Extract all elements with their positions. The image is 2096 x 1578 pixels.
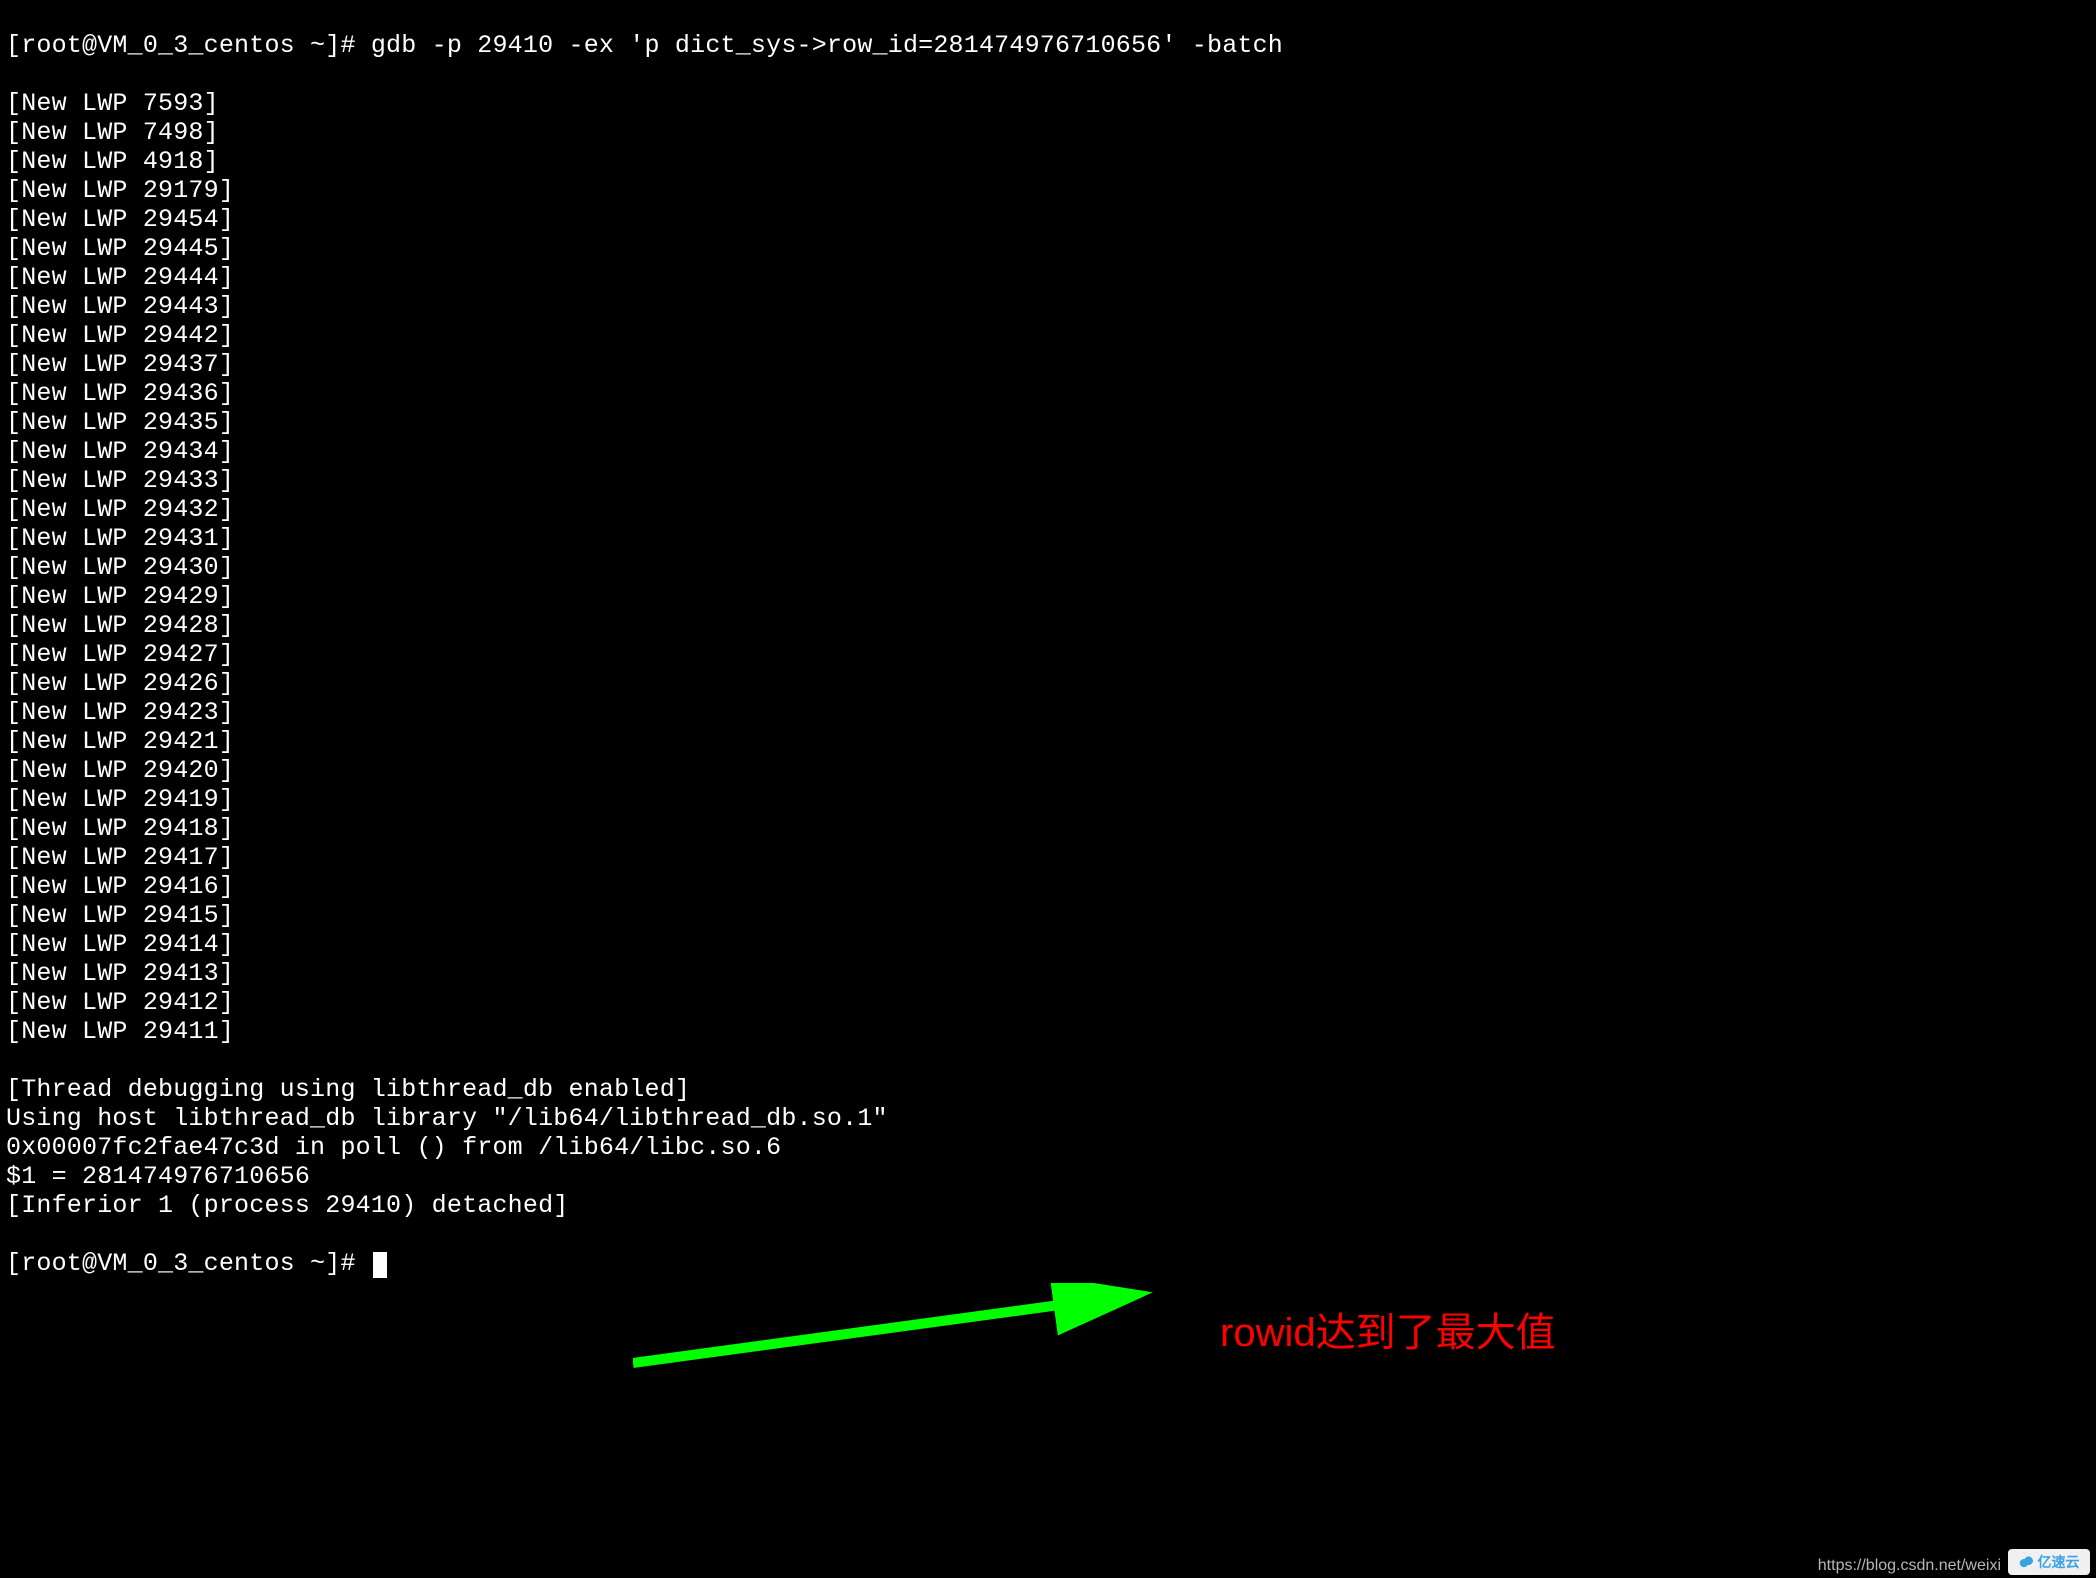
lwp-line: [New LWP 29416] <box>6 872 2090 901</box>
lwp-line: [New LWP 29419] <box>6 785 2090 814</box>
terminal-output[interactable]: [root@VM_0_3_centos ~]# gdb -p 29410 -ex… <box>0 0 2096 1309</box>
lwp-line: [New LWP 29420] <box>6 756 2090 785</box>
prompt-line[interactable]: [root@VM_0_3_centos ~]# <box>6 1249 2090 1278</box>
output-line: $1 = 281474976710656 <box>6 1162 2090 1191</box>
cursor-icon <box>373 1252 387 1278</box>
output-line: 0x00007fc2fae47c3d in poll () from /lib6… <box>6 1133 2090 1162</box>
lwp-line: [New LWP 29442] <box>6 321 2090 350</box>
gdb-command: gdb -p 29410 -ex 'p dict_sys->row_id=281… <box>371 31 1283 60</box>
output-line: [Inferior 1 (process 29410) detached] <box>6 1191 2090 1220</box>
annotation-text: rowid达到了最大值 <box>1220 1313 1556 1353</box>
shell-prompt: [root@VM_0_3_centos ~]# <box>6 1249 371 1278</box>
lwp-line: [New LWP 29421] <box>6 727 2090 756</box>
lwp-line: [New LWP 7593] <box>6 89 2090 118</box>
lwp-line: [New LWP 29428] <box>6 611 2090 640</box>
watermark-url: https://blog.csdn.net/weixi <box>1818 1557 2001 1576</box>
lwp-line: [New LWP 29437] <box>6 350 2090 379</box>
lwp-line: [New LWP 29418] <box>6 814 2090 843</box>
lwp-line: [New LWP 29445] <box>6 234 2090 263</box>
lwp-line: [New LWP 29432] <box>6 495 2090 524</box>
lwp-line: [New LWP 29436] <box>6 379 2090 408</box>
lwp-line: [New LWP 29426] <box>6 669 2090 698</box>
lwp-line: [New LWP 29414] <box>6 930 2090 959</box>
lwp-line: [New LWP 29431] <box>6 524 2090 553</box>
lwp-line: [New LWP 29435] <box>6 408 2090 437</box>
lwp-line: [New LWP 29443] <box>6 292 2090 321</box>
lwp-line: [New LWP 29413] <box>6 959 2090 988</box>
lwp-line: [New LWP 29179] <box>6 176 2090 205</box>
lwp-line: [New LWP 29444] <box>6 263 2090 292</box>
watermark-logo: 亿速云 <box>2008 1549 2090 1575</box>
lwp-line: [New LWP 29434] <box>6 437 2090 466</box>
lwp-line: [New LWP 29454] <box>6 205 2090 234</box>
output-line: [Thread debugging using libthread_db ena… <box>6 1075 2090 1104</box>
lwp-line: [New LWP 29417] <box>6 843 2090 872</box>
lwp-line: [New LWP 4918] <box>6 147 2090 176</box>
command-line: [root@VM_0_3_centos ~]# gdb -p 29410 -ex… <box>6 31 2090 60</box>
lwp-line: [New LWP 29412] <box>6 988 2090 1017</box>
lwp-line: [New LWP 29423] <box>6 698 2090 727</box>
lwp-line: [New LWP 29429] <box>6 582 2090 611</box>
lwp-line: [New LWP 29430] <box>6 553 2090 582</box>
lwp-line: [New LWP 29427] <box>6 640 2090 669</box>
shell-prompt: [root@VM_0_3_centos ~]# <box>6 31 371 60</box>
output-line: Using host libthread_db library "/lib64/… <box>6 1104 2090 1133</box>
lwp-line: [New LWP 29415] <box>6 901 2090 930</box>
lwp-line: [New LWP 29411] <box>6 1017 2090 1046</box>
lwp-line: [New LWP 29433] <box>6 466 2090 495</box>
lwp-line: [New LWP 7498] <box>6 118 2090 147</box>
